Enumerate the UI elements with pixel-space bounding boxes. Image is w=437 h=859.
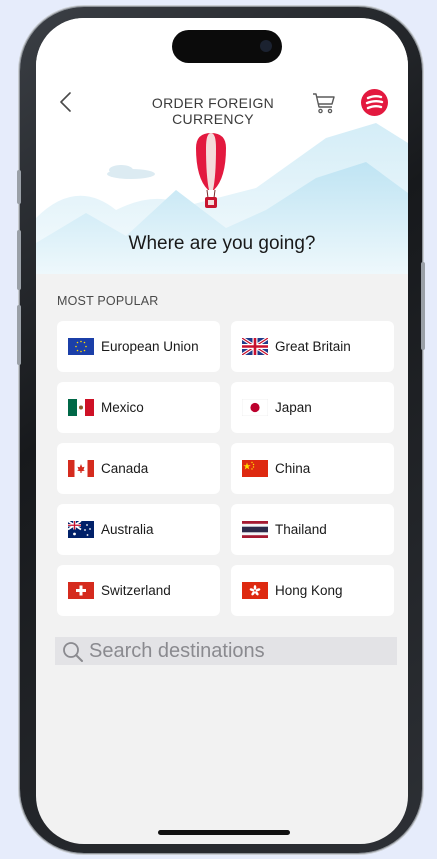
destination-tile-thailand[interactable]: Thailand: [231, 504, 394, 555]
phone-volume-down-button: [17, 305, 21, 365]
flag-th-icon: [242, 521, 268, 538]
destination-tile-canada[interactable]: Canada: [57, 443, 220, 494]
destination-tile-european-union[interactable]: European Union: [57, 321, 220, 372]
destination-name: Thailand: [275, 522, 327, 537]
flag-cn-icon: [242, 460, 268, 477]
destination-name: Mexico: [101, 400, 144, 415]
home-indicator[interactable]: [158, 830, 290, 835]
destination-name: European Union: [101, 339, 199, 354]
camera-lens: [260, 40, 272, 52]
flag-ca-icon: [68, 460, 94, 477]
phone-power-button: [421, 262, 425, 350]
destination-tile-japan[interactable]: Japan: [231, 382, 394, 433]
destination-tile-great-britain[interactable]: Great Britain: [231, 321, 394, 372]
destination-tile-china[interactable]: China: [231, 443, 394, 494]
flag-hk-icon: [242, 582, 268, 599]
search-icon: [63, 642, 83, 662]
flag-ch-icon: [68, 582, 94, 599]
flag-eu-icon: [68, 338, 94, 355]
destination-tile-australia[interactable]: Australia: [57, 504, 220, 555]
destination-name: Australia: [101, 522, 154, 537]
hero-heading: Where are you going?: [128, 233, 316, 254]
chevron-left-icon[interactable]: [58, 92, 74, 112]
hot-air-balloon-icon: [196, 133, 226, 208]
destination-tile-switzerland[interactable]: Switzerland: [57, 565, 220, 616]
search-bar[interactable]: [55, 637, 397, 665]
destination-name: China: [275, 461, 311, 476]
brand-logo-icon[interactable]: [361, 89, 388, 116]
flag-mx-icon: [68, 399, 94, 416]
phone-side-button: [17, 170, 21, 204]
destination-tile-mexico[interactable]: Mexico: [57, 382, 220, 433]
destination-name: Great Britain: [275, 339, 351, 354]
section-label-most-popular: MOST POPULAR: [57, 294, 159, 308]
flag-gb-icon: [242, 338, 268, 355]
flag-au-icon: [68, 521, 94, 538]
destination-name: Switzerland: [101, 583, 171, 598]
shopping-cart-icon[interactable]: [312, 92, 336, 114]
flag-jp-icon: [242, 399, 268, 416]
destination-tile-hong-kong[interactable]: Hong Kong: [231, 565, 394, 616]
search-input[interactable]: [89, 637, 389, 665]
phone-volume-up-button: [17, 230, 21, 290]
app-screen: ORDER FOREIGN CURRENCY Where are you goi…: [36, 18, 408, 844]
destination-name: Canada: [101, 461, 149, 476]
dynamic-island: [172, 30, 282, 63]
destination-name: Hong Kong: [275, 583, 343, 598]
destination-name: Japan: [275, 400, 312, 415]
